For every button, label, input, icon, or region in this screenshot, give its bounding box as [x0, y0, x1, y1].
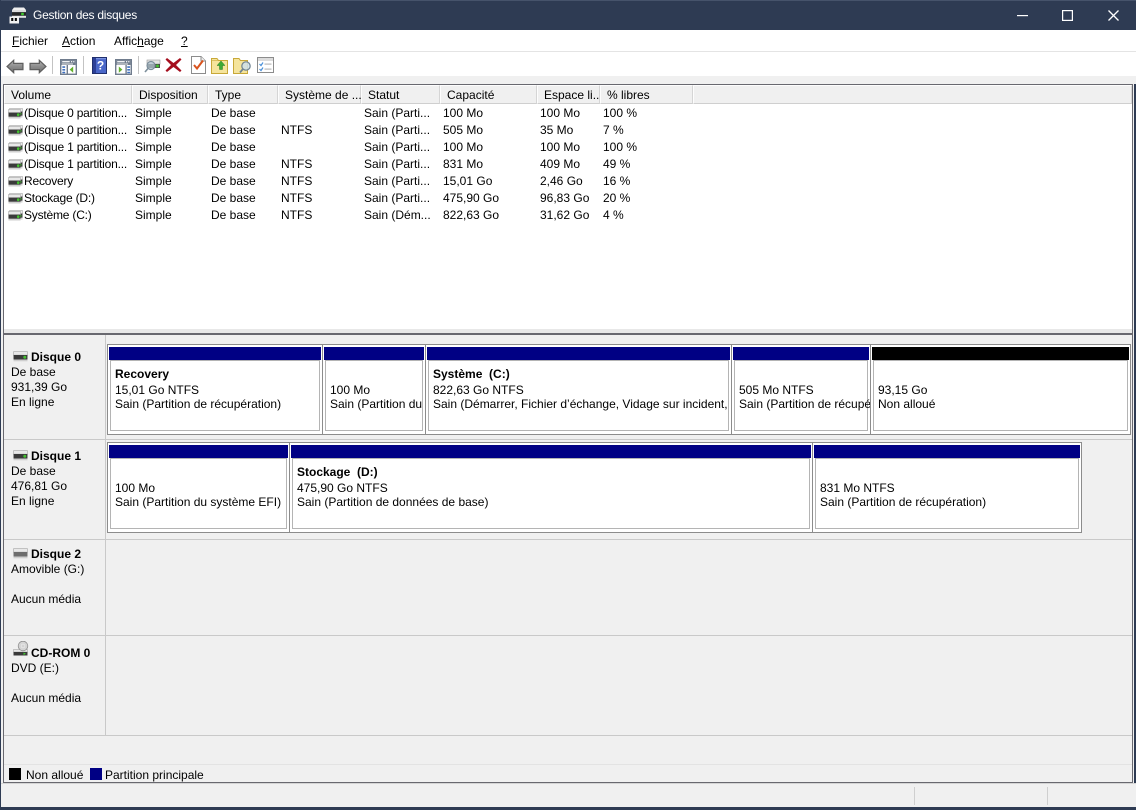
svg-text:?: ? [97, 59, 104, 73]
